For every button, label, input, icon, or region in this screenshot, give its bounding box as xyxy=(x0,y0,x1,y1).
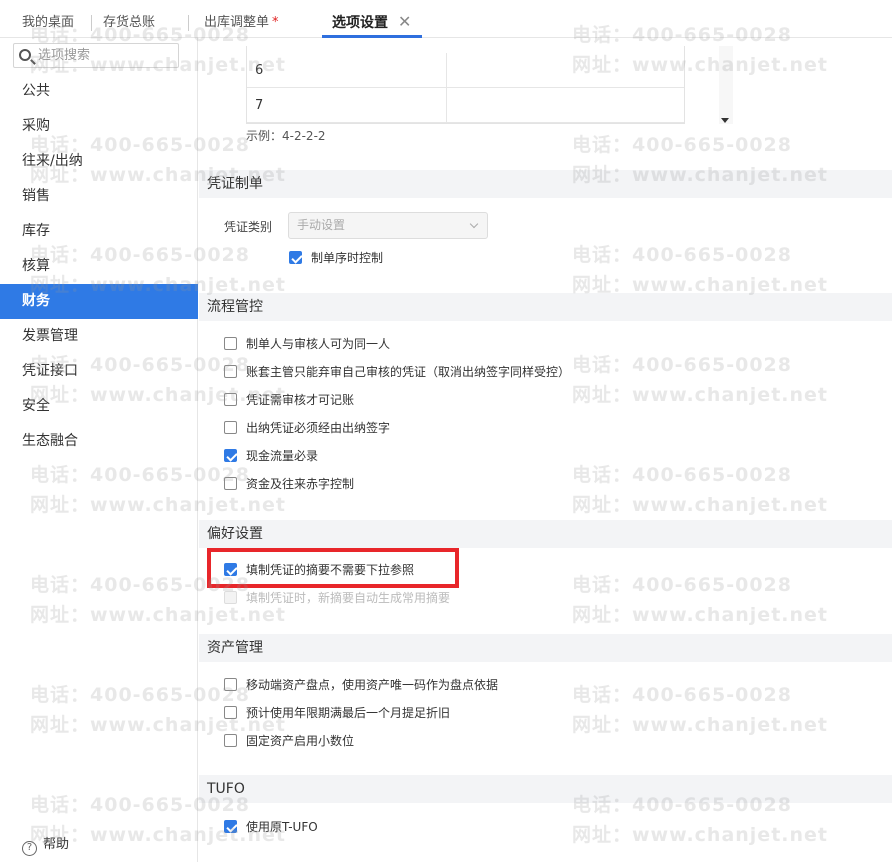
sidebar-item-voucher-interface[interactable]: 凭证接口 xyxy=(0,354,198,389)
sidebar-item-common[interactable]: 公共 xyxy=(0,74,198,109)
sidebar-item-security[interactable]: 安全 xyxy=(0,389,198,424)
voucher-type-select[interactable]: 手动设置 xyxy=(288,212,488,239)
section-title-tufo: TUFO xyxy=(199,775,892,803)
option-label: 预计使用年限期满最后一个月提足折旧 xyxy=(246,706,451,720)
unsaved-marker: * xyxy=(272,15,279,30)
code-grid: 6 7 xyxy=(246,46,733,124)
option-label: 凭证需审核才可记账 xyxy=(246,393,355,407)
question-circle-icon: ? xyxy=(22,841,37,856)
checkbox-checked[interactable] xyxy=(224,820,237,833)
highlight-box xyxy=(207,548,459,588)
sidebar-item-ecosystem[interactable]: 生态融合 xyxy=(0,424,198,459)
tab-separator xyxy=(91,15,92,31)
option-label: 制单人与审核人可为同一人 xyxy=(246,337,391,351)
search-icon xyxy=(19,49,31,61)
option-auto-common-summary: 填制凭证时，新摘要自动生成常用摘要 xyxy=(224,588,450,608)
option-audit-before-post[interactable]: 凭证需审核才可记账 xyxy=(224,390,354,410)
scroll-down-icon[interactable] xyxy=(721,118,729,123)
option-asset-decimals[interactable]: 固定资产启用小数位 xyxy=(224,731,354,751)
checkbox-checked[interactable] xyxy=(289,251,302,264)
help-label: 帮助 xyxy=(43,837,70,852)
checkbox-disabled xyxy=(224,591,237,604)
sidebar: 公共 采购 往来/出纳 销售 库存 核算 财务 发票管理 凭证接口 安全 生态融… xyxy=(0,38,198,862)
option-label: 资金及往来赤字控制 xyxy=(246,477,355,491)
checkbox[interactable] xyxy=(224,393,237,406)
options-content: 6 7 示例：4-2-2-2 凭证制单 凭证类别 手动设置 制单序时控制 流程管… xyxy=(199,38,892,862)
voucher-type-label: 凭证类别 xyxy=(224,220,273,234)
checkbox[interactable] xyxy=(224,421,237,434)
chevron-down-icon xyxy=(469,219,479,229)
option-label: 出纳凭证必须经由出纳签字 xyxy=(246,421,391,435)
option-full-depreciation[interactable]: 预计使用年限期满最后一个月提足折旧 xyxy=(224,703,450,723)
option-cash-flow-required[interactable]: 现金流量必录 xyxy=(224,446,318,466)
sidebar-item-accounting[interactable]: 核算 xyxy=(0,249,198,284)
checkbox[interactable] xyxy=(224,678,237,691)
option-same-maker-auditor[interactable]: 制单人与审核人可为同一人 xyxy=(224,334,390,354)
search-box xyxy=(13,43,179,68)
voucher-type-value: 手动设置 xyxy=(297,218,346,232)
checkbox[interactable] xyxy=(224,477,237,490)
option-label: 现金流量必录 xyxy=(246,449,319,463)
table-row[interactable]: 7 xyxy=(247,88,684,123)
sidebar-item-finance[interactable]: 财务 xyxy=(0,284,198,319)
section-title-voucher: 凭证制单 xyxy=(199,170,892,198)
table-row[interactable]: 6 xyxy=(247,53,684,88)
option-use-tufo[interactable]: 使用原T-UFO xyxy=(224,817,318,837)
close-tab-icon[interactable]: ✕ xyxy=(398,13,411,31)
tab-outbound-adjustment[interactable]: 出库调整单 * xyxy=(204,0,279,38)
checkbox[interactable] xyxy=(224,706,237,719)
grid-divider xyxy=(446,88,447,123)
help-link[interactable]: ? 帮助 xyxy=(22,835,70,856)
grid-divider xyxy=(446,53,447,88)
option-sequential-control[interactable]: 制单序时控制 xyxy=(289,248,383,268)
sidebar-item-ar-cashier[interactable]: 往来/出纳 xyxy=(0,144,198,179)
option-deficit-control[interactable]: 资金及往来赤字控制 xyxy=(224,474,354,494)
example-text: 示例：4-2-2-2 xyxy=(246,129,326,143)
option-label: 填制凭证时，新摘要自动生成常用摘要 xyxy=(246,591,451,605)
option-label: 使用原T-UFO xyxy=(246,820,318,834)
section-title-process: 流程管控 xyxy=(199,293,892,321)
sidebar-item-invoice[interactable]: 发票管理 xyxy=(0,319,198,354)
grid-cell: 7 xyxy=(255,98,264,113)
tab-desktop[interactable]: 我的桌面 xyxy=(22,0,74,38)
sidebar-item-inventory[interactable]: 库存 xyxy=(0,214,198,249)
section-title-preference: 偏好设置 xyxy=(199,520,892,548)
option-label: 账套主管只能弃审自己审核的凭证（取消出纳签字同样受控） xyxy=(246,365,571,379)
checkbox-checked[interactable] xyxy=(224,449,237,462)
search-input[interactable] xyxy=(38,46,174,65)
sidebar-item-purchase[interactable]: 采购 xyxy=(0,109,198,144)
checkbox[interactable] xyxy=(224,734,237,747)
tab-options[interactable]: 选项设置 xyxy=(332,0,388,38)
checkbox[interactable] xyxy=(224,337,237,350)
tab-inventory-ledger[interactable]: 存货总账 xyxy=(103,0,155,38)
option-label: 移动端资产盘点，使用资产唯一码作为盘点依据 xyxy=(246,678,499,692)
checkbox[interactable] xyxy=(224,365,237,378)
option-cashier-sign[interactable]: 出纳凭证必须经由出纳签字 xyxy=(224,418,390,438)
tab-separator xyxy=(188,15,189,31)
section-title-assets: 资产管理 xyxy=(199,634,892,662)
option-label: 固定资产启用小数位 xyxy=(246,734,355,748)
grid-scrollbar[interactable] xyxy=(719,46,733,124)
option-supervisor-unaudit[interactable]: 账套主管只能弃审自己审核的凭证（取消出纳签字同样受控） xyxy=(224,362,570,382)
tab-label: 出库调整单 xyxy=(204,15,270,30)
sidebar-item-sales[interactable]: 销售 xyxy=(0,179,198,214)
tab-bar: 我的桌面 存货总账 出库调整单 * 选项设置 ✕ xyxy=(0,0,892,38)
option-label: 制单序时控制 xyxy=(311,251,384,265)
option-asset-unique-code[interactable]: 移动端资产盘点，使用资产唯一码作为盘点依据 xyxy=(224,675,498,695)
grid-cell: 6 xyxy=(255,63,264,78)
